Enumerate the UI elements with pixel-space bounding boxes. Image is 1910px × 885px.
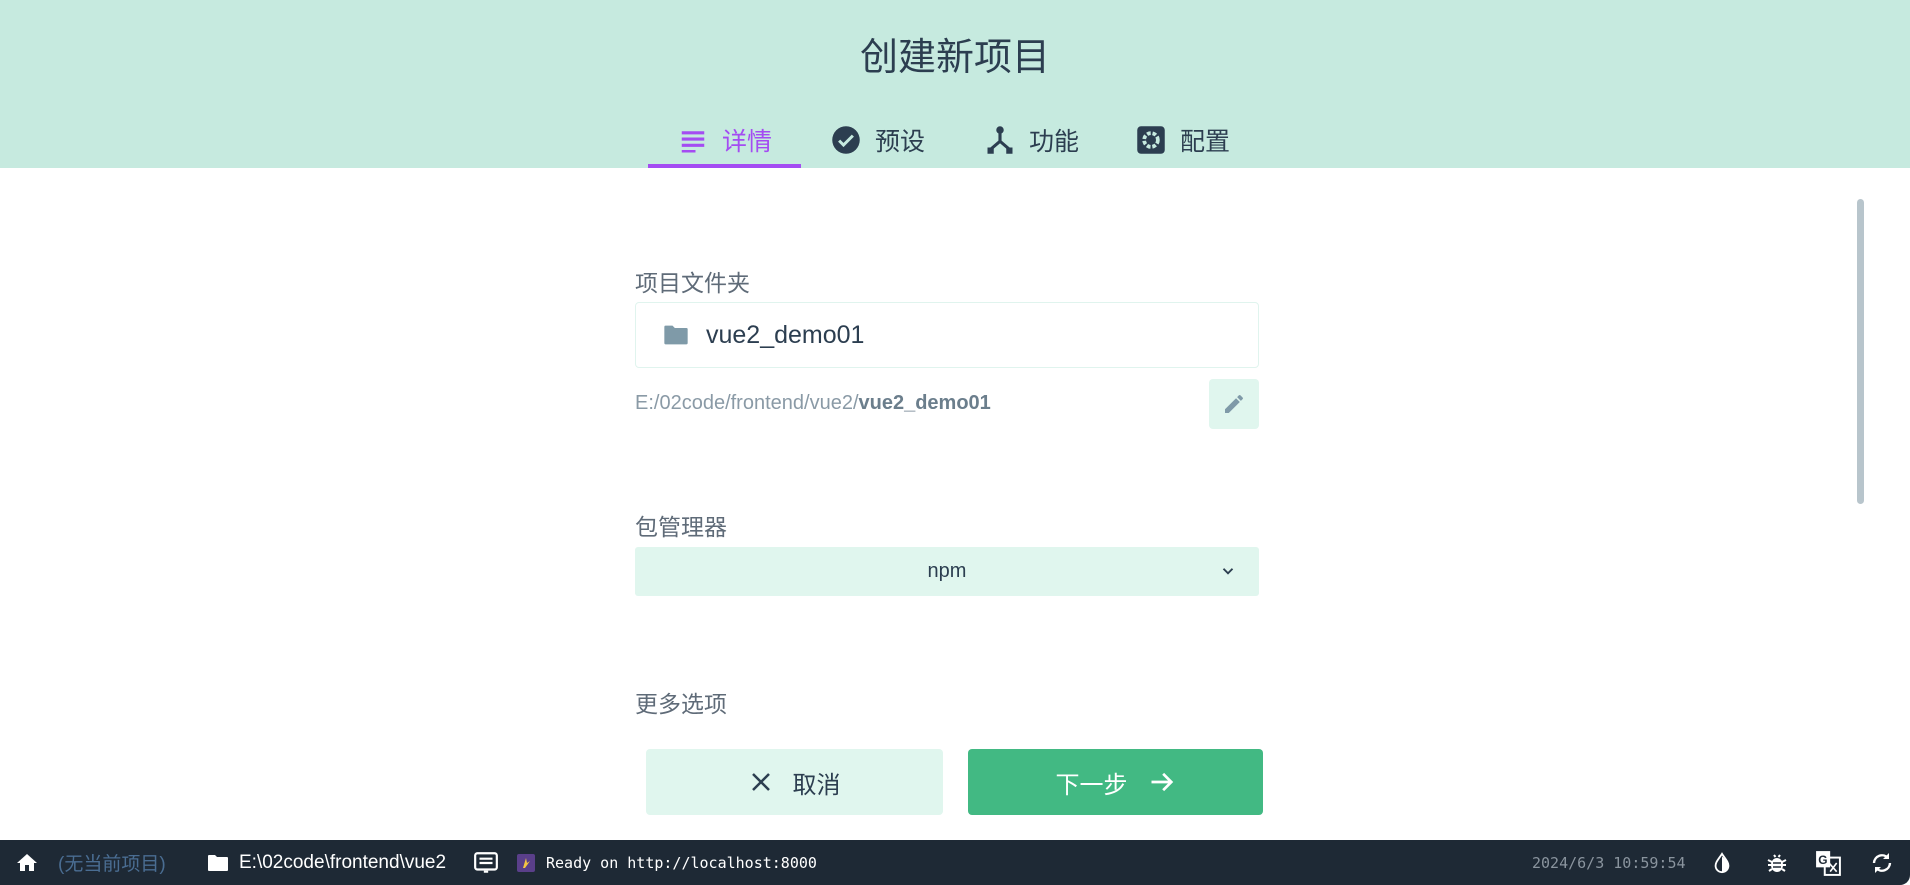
gear-icon [1137,126,1165,154]
status-bar: (无当前项目) E:\02code\frontend\vue2 Ready on… [0,840,1910,885]
home-icon [17,853,37,871]
refresh-button[interactable] [1870,840,1894,885]
check-circle-icon [832,126,860,154]
tab-presets[interactable]: 预设 [831,112,925,168]
translate-button[interactable]: G [1815,840,1841,885]
tab-details[interactable]: 详情 [678,112,772,168]
package-manager-value: npm [927,560,967,582]
package-manager-label: 包管理器 [635,514,727,540]
folder-icon [208,854,228,871]
fork-icon [987,126,1013,154]
active-tab-indicator [648,164,801,168]
tab-label: 功能 [1029,128,1080,156]
bug-report-button[interactable] [1765,840,1789,885]
arrow-right-icon [1151,772,1173,792]
vue-log-icon [517,853,535,872]
tab-label: 配置 [1180,128,1231,156]
next-label: 下一步 [1055,771,1128,799]
translate-icon: G [1816,850,1841,876]
cancel-button[interactable]: 取消 [646,749,943,815]
current-project[interactable]: (无当前项目) [58,840,166,885]
page-title: 创建新项目 [859,37,1050,79]
dark-mode-button[interactable] [1711,840,1733,885]
edit-path-button[interactable] [1209,379,1259,429]
header: 创建新项目 详情 预设 功能 配置 [0,0,1910,168]
home-button[interactable] [15,840,39,885]
scrollbar[interactable] [1857,199,1864,504]
svg-text:G: G [1818,853,1827,867]
path-name: vue2_demo01 [858,392,991,414]
project-path: E:/02code/frontend/vue2/vue2_demo01 [635,392,991,415]
chevron-down-icon [1222,568,1234,575]
contrast-drop-icon [1714,851,1730,873]
folder-name-value: vue2_demo01 [706,320,865,349]
tab-label: 详情 [722,128,773,156]
cancel-label: 取消 [792,771,841,799]
cwd-button[interactable]: E:\02code\frontend\vue2 [206,840,446,885]
bug-icon [1767,853,1787,872]
folder-name-input[interactable]: vue2_demo01 [635,302,1259,368]
path-prefix: E:/02code/frontend/vue2/ [635,392,859,414]
list-icon [681,131,705,153]
package-manager-select[interactable]: npm [635,547,1259,596]
close-icon [751,773,770,791]
console-button[interactable] [473,840,499,885]
folder-label: 项目文件夹 [635,270,750,296]
tab-config[interactable]: 配置 [1136,112,1230,168]
tab-label: 预设 [875,128,926,156]
tab-features[interactable]: 功能 [985,112,1079,168]
datetime: 2024/6/3 10:59:54 [1532,853,1686,872]
next-button[interactable]: 下一步 [968,749,1263,815]
pencil-icon [1225,394,1243,413]
more-options-label[interactable]: 更多选项 [635,685,727,719]
folder-icon [664,325,688,345]
terminal-icon [474,851,498,873]
log-text: Ready on http://localhost:8000 [546,853,817,872]
refresh-icon [1872,852,1892,873]
cwd-path: E:\02code\frontend\vue2 [239,851,447,873]
log-message[interactable]: Ready on http://localhost:8000 [517,840,817,885]
